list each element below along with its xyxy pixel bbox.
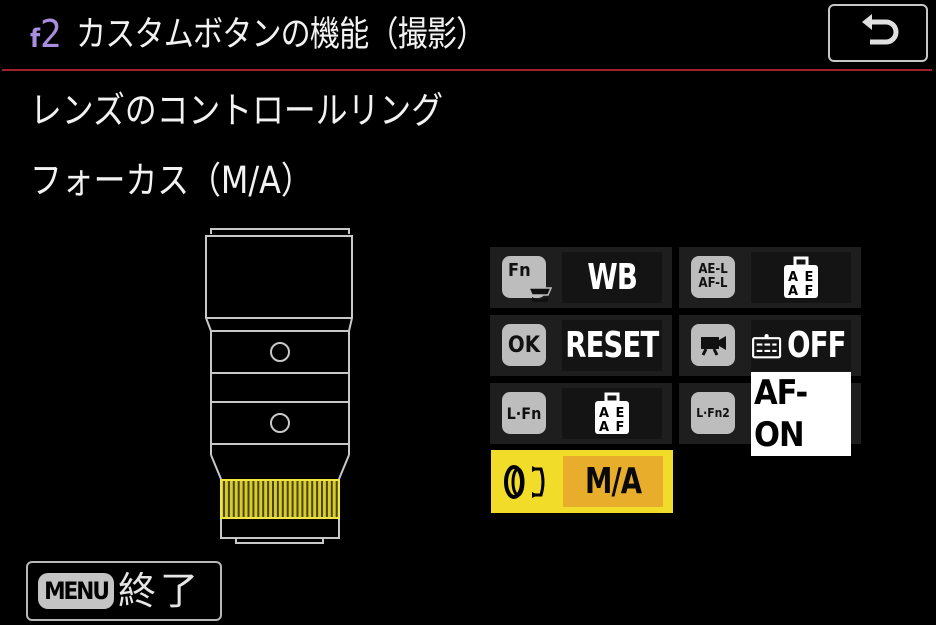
assignment-value: A E A F bbox=[751, 252, 851, 303]
assignment-fn[interactable]: Fn WB bbox=[490, 247, 672, 308]
lens-button-2 bbox=[270, 413, 290, 433]
l-fn-button-icon: L·Fn bbox=[502, 392, 546, 434]
control-ring-icon bbox=[503, 462, 553, 506]
lens-front-cap bbox=[210, 228, 350, 234]
exit-label: 終了 bbox=[118, 569, 203, 613]
lens-rear-barrel bbox=[220, 518, 340, 539]
ok-button-icon: OK bbox=[502, 324, 546, 366]
fn-underline-icon bbox=[528, 287, 552, 302]
l-fn-label: L·Fn bbox=[506, 403, 542, 423]
ok-label: OK bbox=[507, 332, 541, 358]
ae-af-lock-icon: A E A F bbox=[784, 256, 818, 299]
assignment-value: M/A bbox=[563, 456, 663, 507]
fn-label: Fn bbox=[508, 260, 531, 281]
menu-exit-button[interactable]: MENU 終了 bbox=[26, 561, 222, 621]
camera-off-icon bbox=[752, 333, 782, 358]
svg-text:A: A bbox=[599, 420, 609, 435]
movie-camera-icon bbox=[701, 336, 726, 356]
assignment-value: OFF bbox=[751, 320, 851, 371]
assignment-ok[interactable]: OK RESET bbox=[490, 315, 672, 376]
lens-button-1 bbox=[270, 342, 290, 362]
assignment-l-fn2[interactable]: L·Fn2 AF-ON bbox=[679, 371, 861, 456]
svg-text:E: E bbox=[805, 270, 814, 285]
value-m-a: M/A bbox=[584, 461, 642, 502]
assignment-value: A E A F bbox=[562, 388, 662, 439]
menu-button-icon: MENU bbox=[38, 573, 114, 609]
svg-text:A: A bbox=[788, 270, 798, 285]
control-ring-highlight bbox=[220, 479, 340, 519]
af-l-label: AF-L bbox=[698, 276, 728, 291]
value-wb: WB bbox=[587, 257, 638, 298]
lens-mid-barrel bbox=[210, 331, 350, 455]
ae-l-label: AE-L bbox=[698, 262, 728, 277]
lens-illustration bbox=[205, 228, 353, 544]
ae-af-lock-icon: A E A F bbox=[595, 392, 629, 435]
svg-text:F: F bbox=[805, 284, 814, 299]
value-off: OFF bbox=[787, 325, 846, 366]
assignment-value: RESET bbox=[562, 320, 662, 371]
svg-text:A: A bbox=[788, 284, 798, 299]
assignment-value: AF-ON bbox=[751, 371, 851, 456]
assignment-movie-record[interactable]: OFF bbox=[679, 315, 861, 376]
l-fn2-button-icon: L·Fn2 bbox=[691, 392, 735, 434]
lens-front-barrel bbox=[205, 235, 353, 332]
assignment-control-ring[interactable]: M/A bbox=[491, 450, 673, 513]
ae-l-af-l-button-icon: AE-L AF-L bbox=[691, 256, 735, 298]
movie-record-button-icon bbox=[691, 324, 735, 366]
l-fn2-label: L·Fn2 bbox=[696, 406, 730, 420]
svg-text:F: F bbox=[616, 420, 625, 435]
value-reset: RESET bbox=[565, 325, 659, 366]
assignment-l-fn[interactable]: L·Fn A E A F bbox=[490, 383, 672, 444]
assignment-value: WB bbox=[562, 252, 662, 303]
assignment-ae-l-af-l[interactable]: AE-L AF-L A E A F bbox=[679, 247, 861, 308]
fn-button-icon: Fn bbox=[502, 256, 552, 302]
svg-text:E: E bbox=[616, 406, 625, 421]
value-af-on: AF-ON bbox=[751, 371, 851, 456]
svg-text:A: A bbox=[599, 406, 609, 421]
